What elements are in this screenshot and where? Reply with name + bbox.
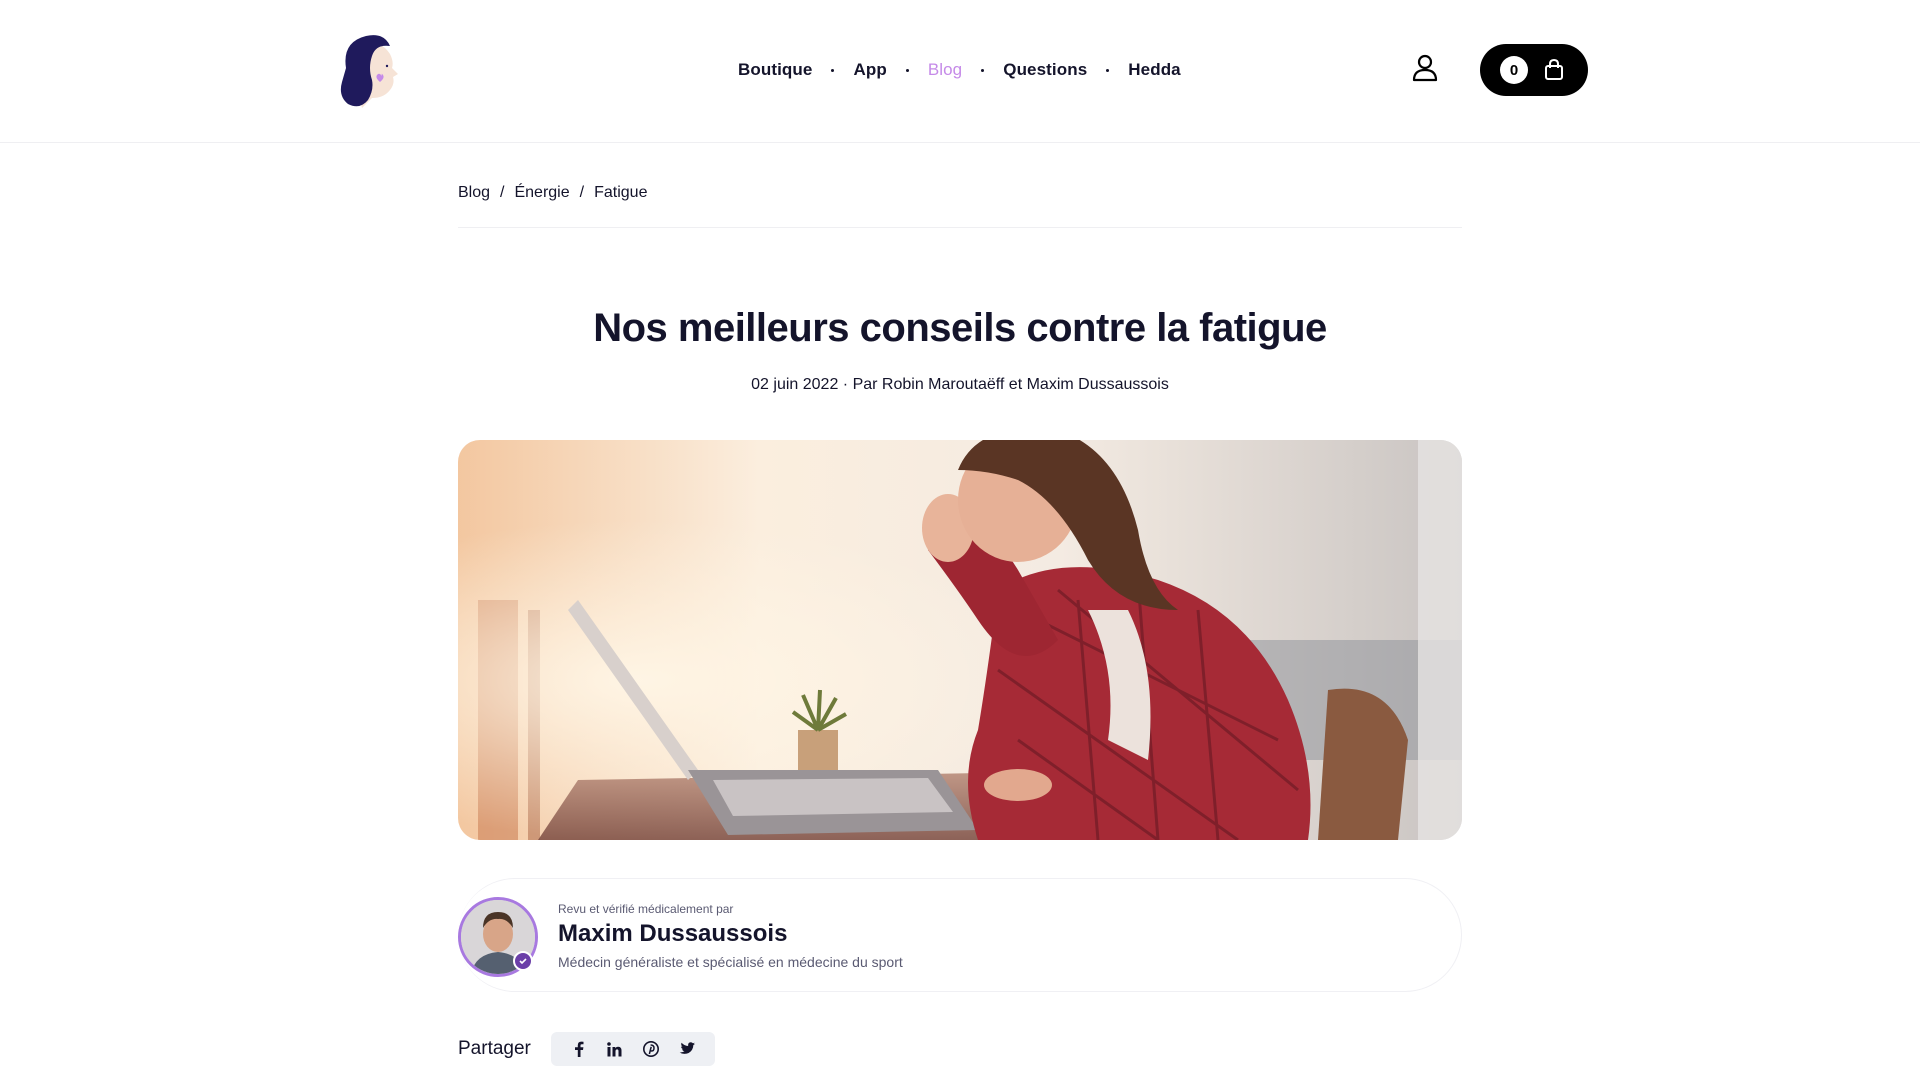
nav-boutique[interactable]: Boutique bbox=[738, 60, 812, 80]
medical-reviewer-card: Revu et vérifié médicalement par Maxim D… bbox=[458, 878, 1462, 992]
facebook-icon[interactable] bbox=[561, 1032, 597, 1066]
share-bar: Partager bbox=[458, 1032, 715, 1066]
cart-button[interactable]: 0 bbox=[1480, 44, 1588, 96]
breadcrumb: Blog / Énergie / Fatigue bbox=[458, 184, 1462, 228]
nav-hedda[interactable]: Hedda bbox=[1128, 60, 1180, 80]
shopping-bag-icon bbox=[1542, 58, 1566, 82]
breadcrumb-separator: / bbox=[579, 184, 585, 201]
account-button[interactable] bbox=[1410, 54, 1440, 87]
breadcrumb-item-energie[interactable]: Énergie bbox=[514, 184, 569, 202]
twitter-icon[interactable] bbox=[669, 1032, 705, 1066]
cart-count-badge: 0 bbox=[1500, 56, 1528, 84]
reviewer-role: Médecin généraliste et spécialisé en méd… bbox=[558, 954, 903, 970]
share-label: Partager bbox=[458, 1038, 531, 1059]
main-nav: Boutique App Blog Questions Hedda bbox=[738, 58, 1181, 82]
reviewer-name[interactable]: Maxim Dussaussois bbox=[558, 920, 787, 948]
nav-separator bbox=[831, 68, 835, 72]
site-header: Boutique App Blog Questions Hedda 0 bbox=[0, 0, 1920, 143]
linkedin-icon[interactable] bbox=[597, 1032, 633, 1066]
nav-separator bbox=[1106, 68, 1110, 72]
article-title: Nos meilleurs conseils contre la fatigue bbox=[593, 306, 1327, 350]
verified-check-icon bbox=[513, 951, 533, 971]
hero-image bbox=[458, 440, 1462, 840]
pinterest-icon[interactable] bbox=[633, 1032, 669, 1066]
breadcrumb-item-fatigue[interactable]: Fatigue bbox=[594, 184, 647, 202]
reviewer-label: Revu et vérifié médicalement par bbox=[558, 902, 734, 916]
share-buttons bbox=[550, 1032, 715, 1066]
user-icon bbox=[1412, 54, 1438, 87]
nav-separator bbox=[981, 68, 985, 72]
breadcrumb-item-blog[interactable]: Blog bbox=[458, 184, 490, 202]
breadcrumb-separator: / bbox=[500, 184, 505, 201]
nav-app[interactable]: App bbox=[853, 60, 886, 80]
nav-questions[interactable]: Questions bbox=[1003, 60, 1087, 80]
logo[interactable] bbox=[332, 28, 402, 110]
article-meta: 02 juin 2022 · Par Robin Maroutaëff et M… bbox=[751, 376, 1169, 393]
nav-separator bbox=[905, 68, 909, 72]
nav-blog[interactable]: Blog bbox=[928, 60, 962, 80]
